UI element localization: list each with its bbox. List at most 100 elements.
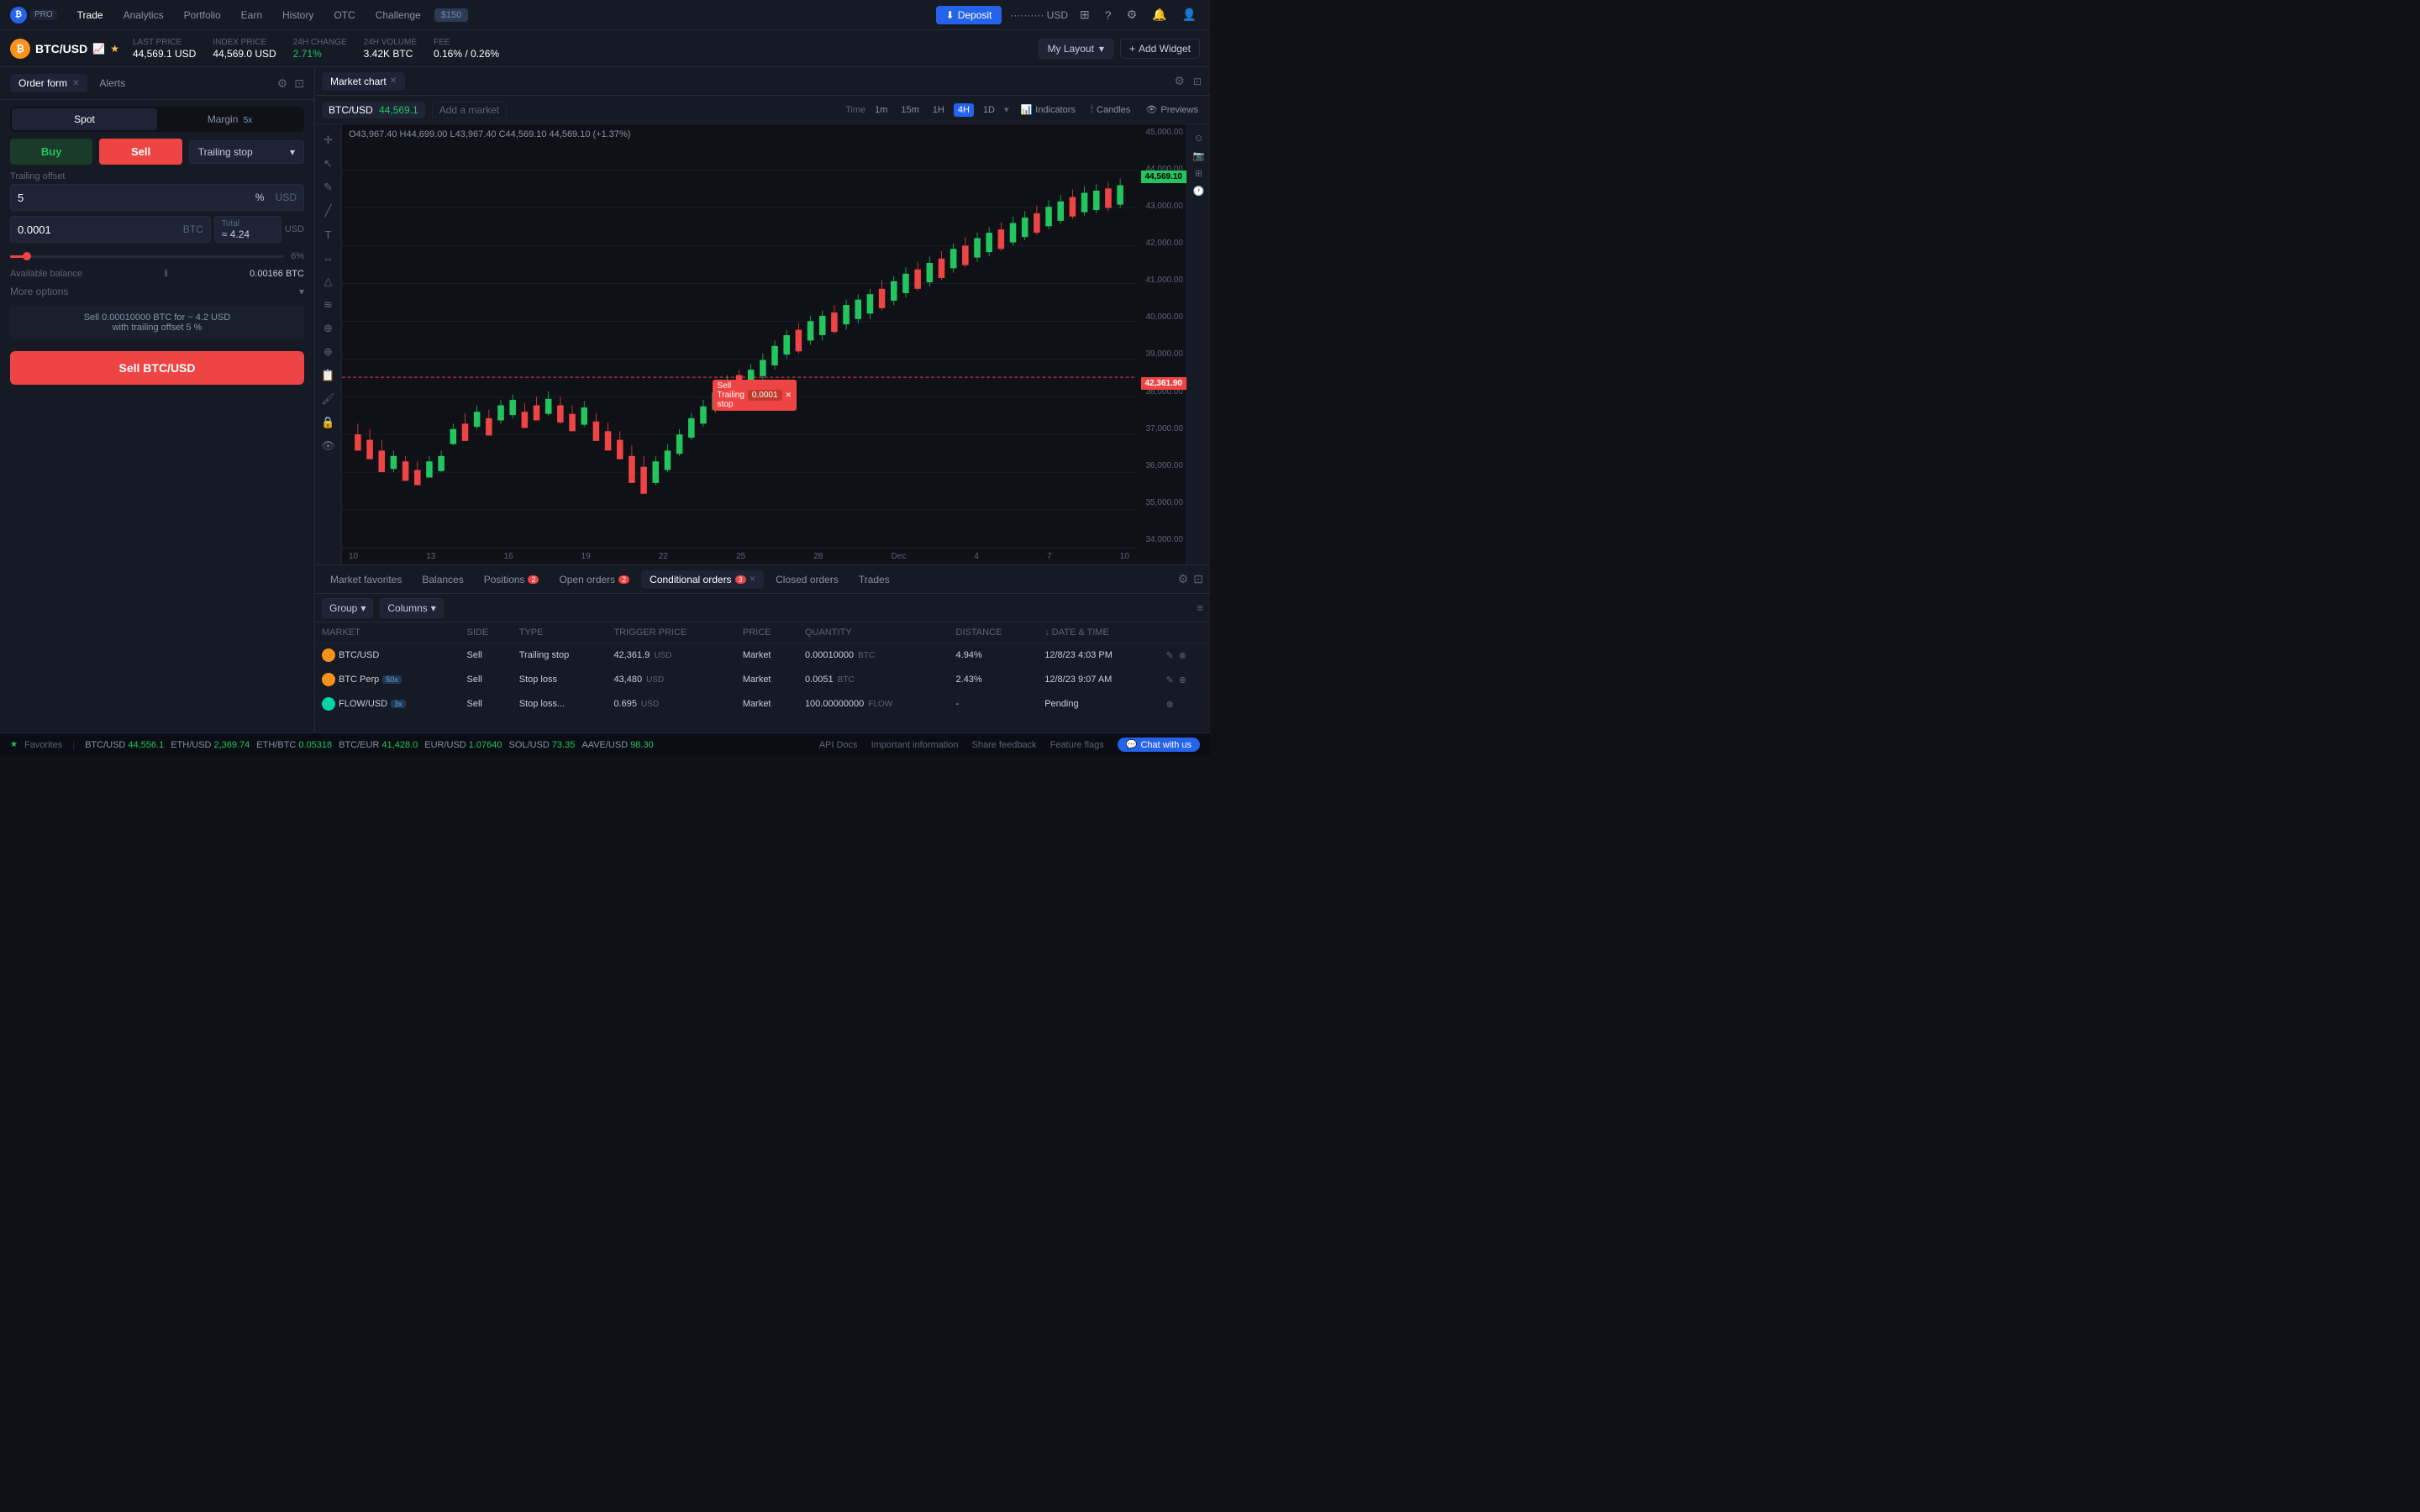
close-chart-tab-icon[interactable]: ✕: [390, 76, 397, 86]
add-market-button[interactable]: Add a market: [432, 102, 507, 118]
grid-icon[interactable]: ⊞: [1076, 8, 1093, 22]
api-docs-link[interactable]: API Docs: [819, 740, 858, 750]
nav-otc[interactable]: OTC: [327, 9, 361, 21]
usd-unit[interactable]: USD: [276, 192, 297, 203]
edit-icon[interactable]: ✎: [1166, 650, 1174, 661]
measure-icon[interactable]: ⇔: [319, 249, 338, 267]
group-select[interactable]: Group ▾: [322, 598, 373, 618]
ticker-symbol[interactable]: ₿ BTC/USD 📈 ★: [10, 39, 119, 59]
tab-margin[interactable]: Margin 5x: [157, 108, 302, 130]
currency-selector[interactable]: ·········· USD: [1010, 9, 1068, 21]
expand-price-icon[interactable]: ⊞: [1193, 166, 1204, 181]
status-btcusd[interactable]: BTC/USD 44,556.1: [85, 740, 164, 750]
tab-positions[interactable]: Positions 2: [476, 570, 548, 589]
indicators-button[interactable]: 📊 Indicators: [1016, 102, 1081, 117]
eye-icon[interactable]: 👁: [319, 437, 338, 455]
bottom-panel-expand-icon[interactable]: ⊡: [1193, 572, 1203, 586]
tab-conditional-orders[interactable]: Conditional orders 3 ✕: [641, 570, 764, 589]
pencil-icon[interactable]: ✎: [319, 178, 338, 197]
close-order-form-icon[interactable]: ✕: [72, 79, 79, 88]
order-type-dropdown[interactable]: Trailing stop ▾: [189, 140, 304, 164]
nav-portfolio[interactable]: Portfolio: [177, 9, 228, 21]
chart-symbol-badge[interactable]: BTC/USD 44,569.1: [322, 102, 425, 118]
time-1m[interactable]: 1m: [871, 103, 892, 117]
more-options-row[interactable]: More options ▾: [10, 286, 304, 297]
shapes-icon[interactable]: △: [319, 272, 338, 291]
nav-analytics[interactable]: Analytics: [117, 9, 171, 21]
chart-icon[interactable]: 📈: [92, 43, 105, 55]
edit-icon[interactable]: ✎: [1166, 675, 1174, 685]
cancel-icon[interactable]: ⊗: [1179, 675, 1186, 685]
fibonacci-icon[interactable]: ≋: [319, 296, 338, 314]
clock-icon[interactable]: 🕐: [1192, 184, 1207, 198]
panel-expand-icon[interactable]: ⊡: [294, 76, 304, 91]
nav-logo[interactable]: ₿ PRO: [10, 7, 57, 24]
feature-flags-link[interactable]: Feature flags: [1050, 740, 1104, 750]
important-info-link[interactable]: Important information: [871, 740, 959, 750]
user-icon[interactable]: 👤: [1179, 8, 1200, 22]
nav-earn[interactable]: Earn: [234, 9, 269, 21]
status-ethbtc[interactable]: ETH/BTC 0.05318: [256, 740, 332, 750]
tab-market-favorites[interactable]: Market favorites: [322, 570, 410, 589]
nav-trade[interactable]: Trade: [71, 9, 110, 21]
bottom-panel-settings-icon[interactable]: ⚙: [1178, 572, 1189, 586]
status-favorites[interactable]: Favorites: [24, 740, 62, 750]
time-15m[interactable]: 15m: [897, 103, 923, 117]
quantity-slider[interactable]: [10, 255, 284, 258]
quantity-input[interactable]: [18, 223, 183, 236]
layout-selector[interactable]: My Layout ▾: [1039, 39, 1113, 59]
previews-button[interactable]: 👁 Previews: [1140, 102, 1203, 117]
lock-icon[interactable]: 🔒: [319, 413, 338, 432]
pct-unit[interactable]: %: [255, 192, 265, 203]
pattern-icon[interactable]: ⊕: [319, 319, 338, 338]
tab-open-orders[interactable]: Open orders 2: [550, 570, 638, 589]
tab-closed-orders[interactable]: Closed orders: [767, 570, 847, 589]
chart-tab-market[interactable]: Market chart ✕: [322, 72, 405, 91]
text-icon[interactable]: T: [319, 225, 338, 244]
status-aaveusd[interactable]: AAVE/USD 98.30: [581, 740, 653, 750]
share-feedback-link[interactable]: Share feedback: [972, 740, 1037, 750]
table-settings-icon[interactable]: ≡: [1197, 601, 1203, 614]
drawing-icon[interactable]: 🖌: [319, 390, 338, 408]
cursor-icon[interactable]: ↖: [319, 155, 338, 173]
nav-challenge[interactable]: Challenge: [369, 9, 428, 21]
columns-select[interactable]: Columns ▾: [380, 598, 443, 618]
tab-alerts[interactable]: Alerts: [91, 74, 134, 92]
camera-icon[interactable]: 📷: [1192, 149, 1207, 163]
balance-badge[interactable]: $150: [434, 8, 468, 22]
close-conditional-tab-icon[interactable]: ✕: [750, 575, 756, 584]
status-ethusd[interactable]: ETH/USD 2,369.74: [171, 740, 250, 750]
zoom-reset-icon[interactable]: ⊙: [1193, 131, 1204, 145]
chat-button[interactable]: 💬 Chat with us: [1118, 738, 1200, 752]
add-widget-button[interactable]: + Add Widget: [1120, 39, 1200, 59]
order-icon[interactable]: 📋: [319, 366, 338, 385]
status-solusd[interactable]: SOL/USD 73.35: [509, 740, 576, 750]
crosshair-icon[interactable]: ✛: [319, 131, 338, 150]
tab-balances[interactable]: Balances: [413, 570, 471, 589]
time-1h[interactable]: 1H: [929, 103, 949, 117]
chart-expand-icon[interactable]: ⊡: [1192, 74, 1203, 89]
sell-submit-button[interactable]: Sell BTC/USD: [10, 351, 304, 385]
trailing-offset-input[interactable]: [18, 192, 252, 204]
status-btceur[interactable]: BTC/EUR 41,428.0: [339, 740, 418, 750]
nav-history[interactable]: History: [276, 9, 320, 21]
cancel-icon[interactable]: ⊗: [1166, 699, 1174, 710]
chart-settings-icon[interactable]: ⚙: [1172, 72, 1186, 90]
candles-button[interactable]: 🕯 Candles: [1086, 102, 1135, 117]
panel-settings-icon[interactable]: ⚙: [277, 76, 288, 91]
deposit-button[interactable]: ⬇ Deposit: [936, 6, 1002, 24]
sell-button[interactable]: Sell: [99, 139, 182, 165]
bell-icon[interactable]: 🔔: [1149, 8, 1170, 22]
tab-order-form[interactable]: Order form ✕: [10, 74, 87, 92]
status-eurusd[interactable]: EUR/USD 1.07640: [424, 740, 502, 750]
tab-trades[interactable]: Trades: [850, 570, 898, 589]
zoom-in-icon[interactable]: ⊕: [319, 343, 338, 361]
line-icon[interactable]: ╱: [319, 202, 338, 220]
time-more-icon[interactable]: ▾: [1004, 104, 1009, 115]
settings-icon[interactable]: ⚙: [1123, 8, 1141, 22]
favorite-star[interactable]: ★: [110, 43, 119, 55]
balance-info-icon[interactable]: ℹ: [165, 268, 168, 279]
question-icon[interactable]: ?: [1102, 8, 1115, 22]
buy-button[interactable]: Buy: [10, 139, 92, 165]
time-1d[interactable]: 1D: [979, 103, 999, 117]
